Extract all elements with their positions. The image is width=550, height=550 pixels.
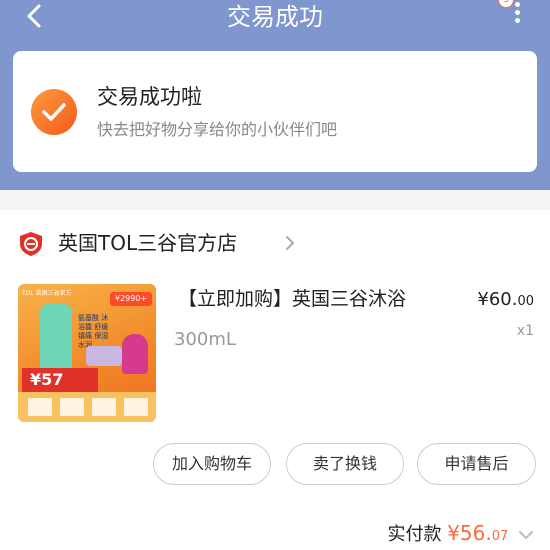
thumb-ribbon: ¥2990+ <box>110 292 152 306</box>
chevron-right-icon[interactable] <box>284 234 296 252</box>
product-title[interactable]: 【立即加购】英国三谷沐浴 <box>178 284 406 314</box>
header-background: 交易成功 3 交易成功啦 快去把好物分享给你的小伙伴们吧 <box>0 0 550 190</box>
more-button[interactable]: 3 <box>498 0 528 30</box>
order-card: 英国TOL三谷官方店 TOL 英国三谷官方 ¥2990+ 氨基酸 沐浴露 舒缓镇… <box>0 210 550 550</box>
success-subtitle: 快去把好物分享给你的小伙伴们吧 <box>97 120 338 139</box>
after-sale-button[interactable]: 申请售后 <box>417 443 536 485</box>
success-card: 交易成功啦 快去把好物分享给你的小伙伴们吧 <box>13 51 537 172</box>
thumb-brand: TOL 英国三谷官方 <box>22 290 72 297</box>
shop-shield-icon <box>20 232 42 256</box>
check-circle-icon <box>31 89 77 135</box>
add-to-cart-button[interactable]: 加入购物车 <box>153 443 271 485</box>
thumb-strip <box>18 392 156 422</box>
shop-name[interactable]: 英国TOL三谷官方店 <box>58 228 237 258</box>
total-label: 实付款 <box>387 524 442 545</box>
product-thumbnail[interactable]: TOL 英国三谷官方 ¥2990+ 氨基酸 沐浴露 舒缓镇痛 保湿水润 ¥57 <box>18 284 156 422</box>
nav-bar: 交易成功 3 <box>0 0 550 36</box>
page-title: 交易成功 <box>227 3 323 31</box>
product-price: ¥60.00 <box>477 289 534 310</box>
total-amount: ¥56. <box>447 521 492 545</box>
jar-image <box>86 346 122 366</box>
product-quantity: x1 <box>516 323 534 339</box>
chevron-down-icon <box>519 531 533 540</box>
thumb-note: 氨基酸 沐浴露 舒缓镇痛 保湿水润 <box>78 314 109 349</box>
hair-dryer-image <box>122 334 148 374</box>
more-dots-icon <box>515 2 520 7</box>
resell-button[interactable]: 卖了换钱 <box>286 443 404 485</box>
thumb-price: ¥57 <box>22 368 98 392</box>
total-paid[interactable]: 实付款 ¥56.07 <box>387 520 534 550</box>
product-spec: 300mL <box>174 329 236 350</box>
success-title: 交易成功啦 <box>97 85 202 109</box>
